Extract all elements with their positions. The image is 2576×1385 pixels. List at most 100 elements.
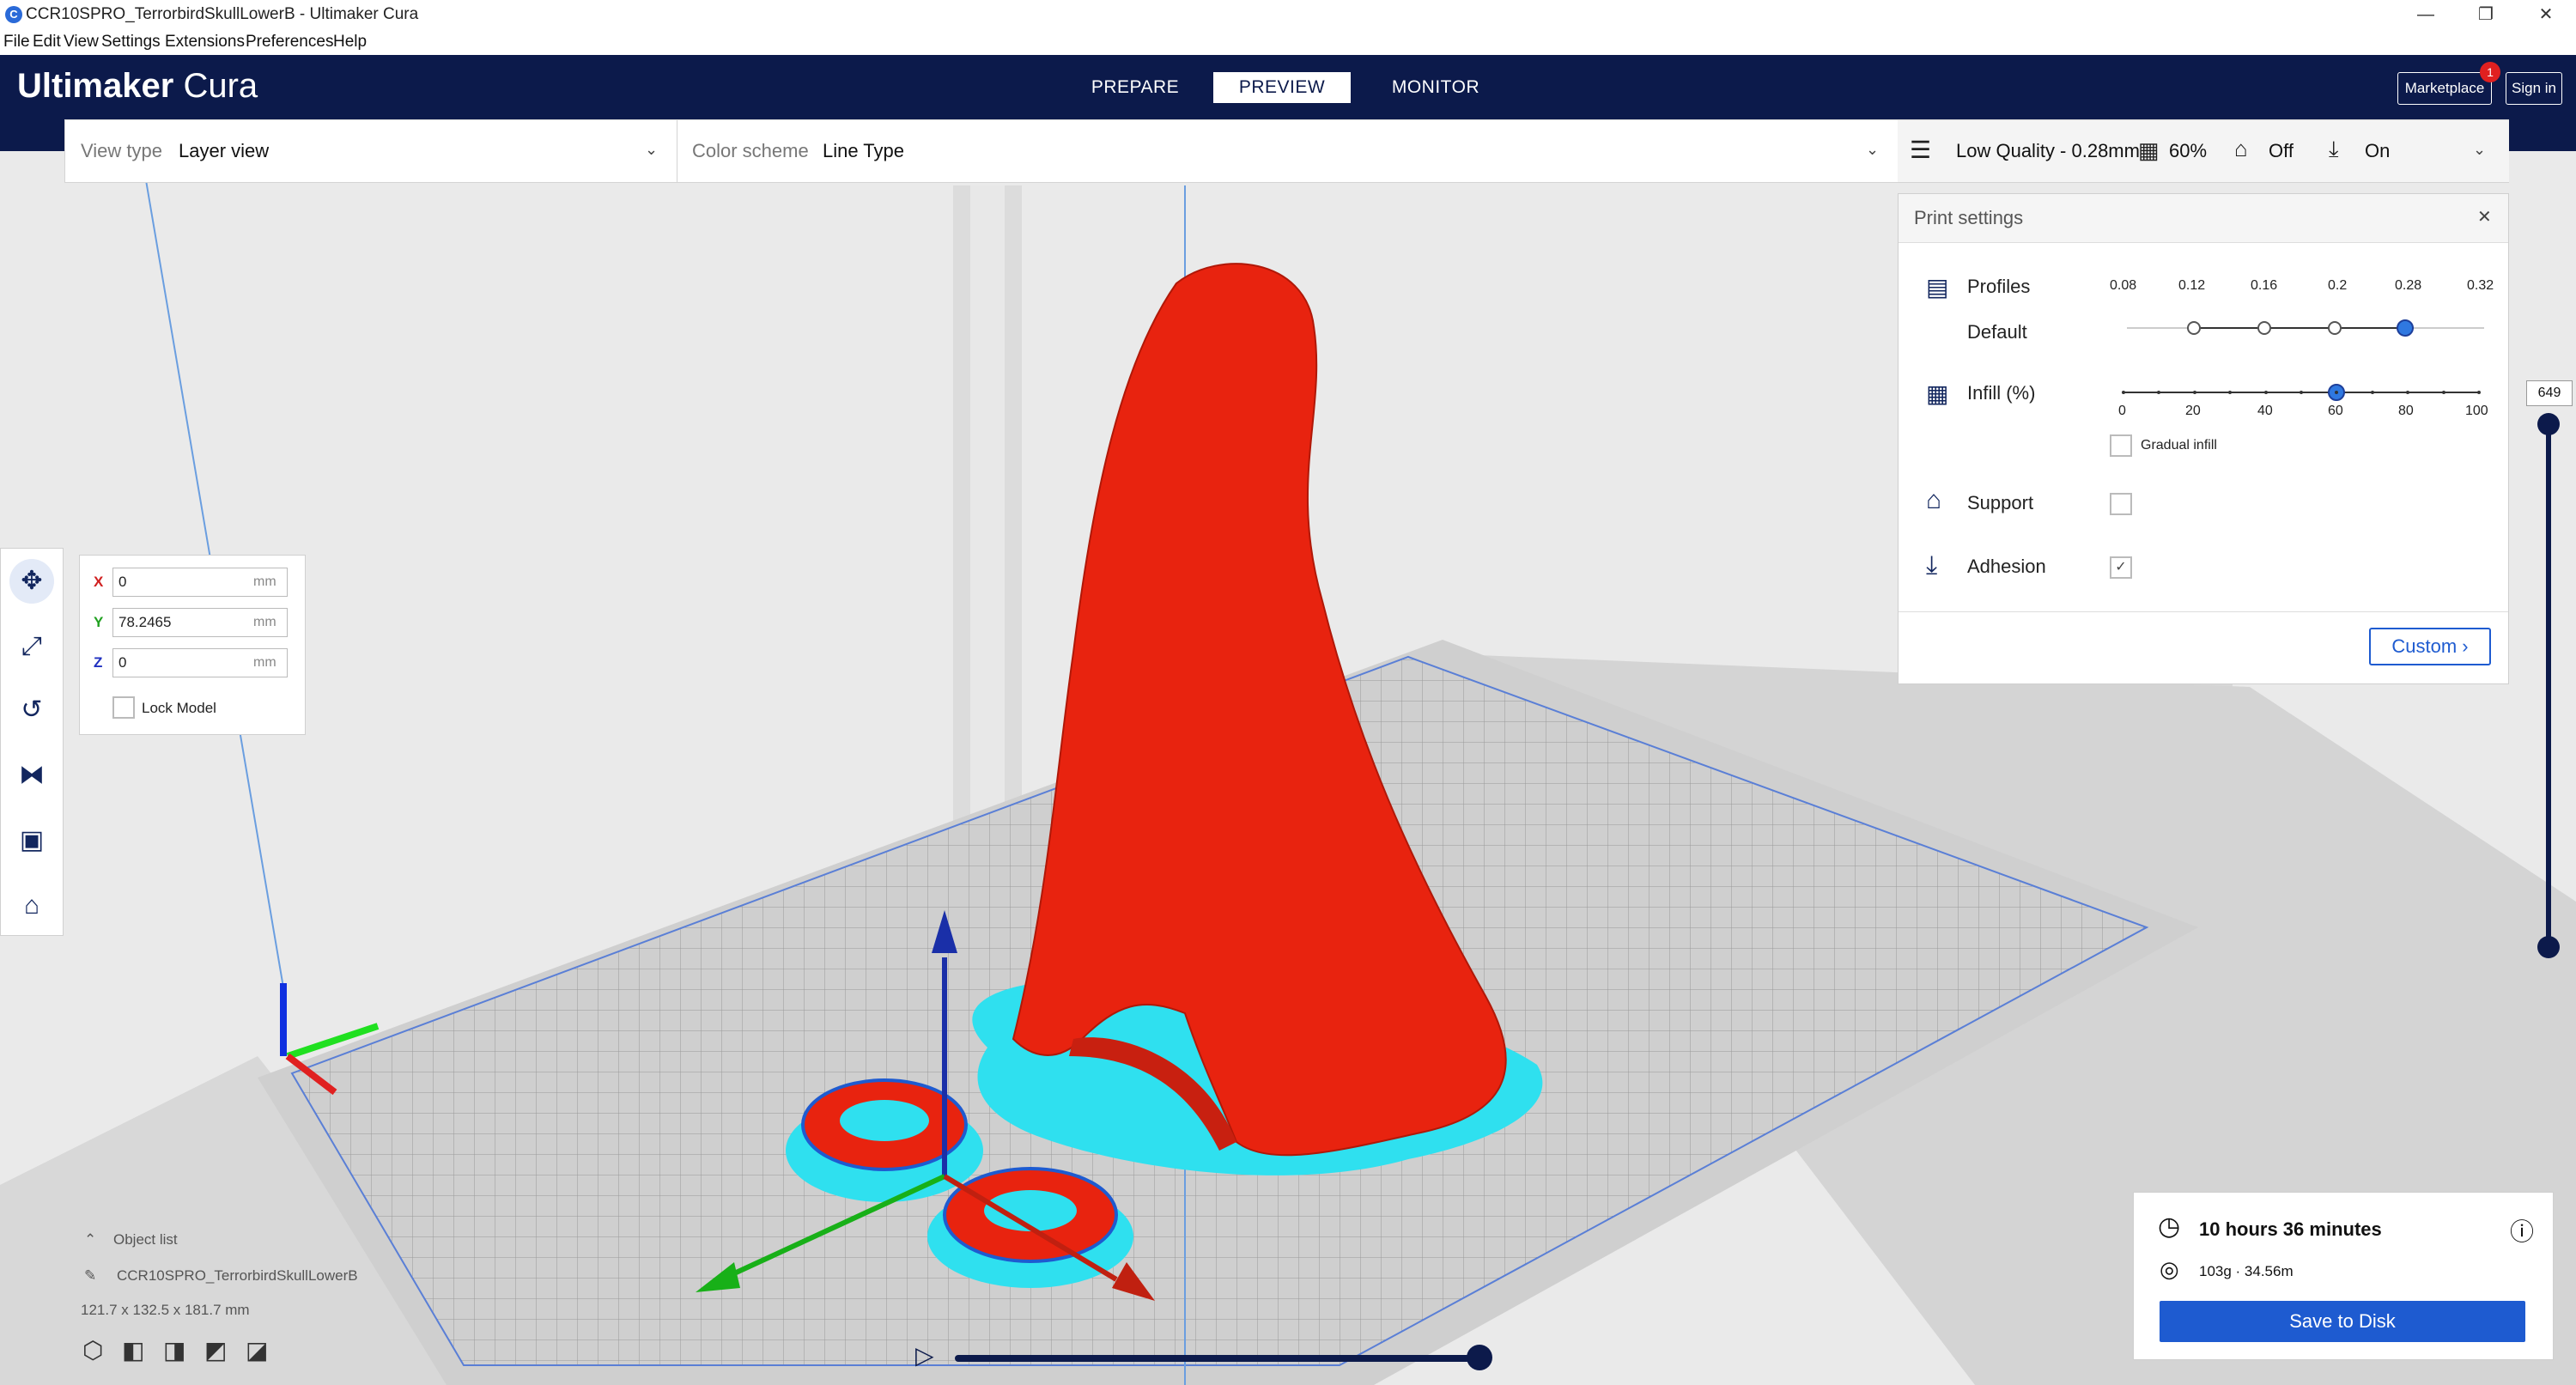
infill-icon: ▦ [2138, 137, 2160, 163]
support-icon: ⌂ [1926, 486, 1942, 514]
window-title: CCR10SPRO_TerrorbirdSkullLowerB - Ultima… [26, 5, 419, 23]
menu-view[interactable]: View [64, 33, 99, 52]
right-view-icon[interactable]: ◪ [246, 1336, 268, 1364]
chevron-down-icon[interactable]: ⌄ [2473, 141, 2486, 159]
object-list-toggle[interactable]: Object list [113, 1231, 178, 1248]
left-view-icon[interactable]: ◩ [204, 1336, 227, 1364]
color-scheme-dropdown[interactable]: Line Type [823, 140, 904, 162]
infill-value: 60% [2169, 140, 2208, 161]
maximize-button[interactable]: ❐ [2456, 0, 2516, 29]
chevron-down-icon[interactable]: ⌄ [1866, 141, 1879, 159]
lock-model-label: Lock Model [142, 700, 216, 716]
menu-extensions[interactable]: Extensions [165, 33, 245, 52]
clock-icon: ◷ [2158, 1212, 2181, 1241]
profile-knob-selected[interactable] [2397, 319, 2414, 337]
layer-slider-track[interactable] [2546, 421, 2551, 950]
layer-slider-upper-handle[interactable] [2537, 413, 2560, 435]
object-dimensions: 121.7 x 132.5 x 181.7 mm [81, 1302, 250, 1318]
y-coordinate-value: 78.2465 [118, 614, 172, 630]
per-model-settings-icon[interactable]: ▣ [9, 818, 54, 863]
support-checkbox[interactable] [2110, 493, 2132, 515]
adhesion-value: On [2365, 140, 2391, 161]
profile-tick-label: 0.12 [2178, 278, 2206, 293]
profiles-icon: ▤ [1926, 274, 1949, 301]
menu-preferences[interactable]: Preferences [246, 33, 333, 52]
rotate-tool-icon[interactable]: ↺ [9, 688, 54, 732]
menu-help[interactable]: Help [333, 33, 367, 52]
chevron-down-icon[interactable]: ⌄ [645, 141, 658, 159]
support-blocker-icon[interactable]: ⌂ [9, 884, 54, 928]
scale-tool-icon[interactable]: ⤢ [9, 624, 54, 669]
signin-button[interactable]: Sign in [2506, 72, 2562, 105]
view-type-dropdown[interactable]: Layer view [179, 140, 269, 162]
adhesion-label: Adhesion [1967, 556, 2046, 577]
view-toolbar: View type Layer view ⌄ Color scheme Line… [64, 119, 2509, 183]
print-setup-selector[interactable]: ☰ Low Quality - 0.28mm ▦ 60% ⌂ Off ⤓ On … [1898, 120, 2509, 182]
infill-tick [2300, 391, 2303, 394]
tab-prepare[interactable]: PREPARE [1066, 72, 1204, 103]
tab-monitor[interactable]: MONITOR [1367, 72, 1504, 103]
tool-panel: ✥ ⤢ ↺ ⧓ ▣ ⌂ [0, 548, 64, 936]
brand-logo: Ultimaker Cura [17, 67, 258, 105]
gradual-infill-checkbox[interactable] [2110, 434, 2132, 457]
color-scheme-label: Color scheme [692, 140, 809, 161]
profile-tick-label: 0.08 [2110, 278, 2137, 293]
profile-knob[interactable] [2257, 321, 2271, 335]
support-label: Support [1967, 492, 2034, 513]
infill-tick-label: 0 [2118, 404, 2126, 418]
menu-file[interactable]: File [3, 33, 30, 52]
chevron-up-icon[interactable]: ⌃ [84, 1231, 96, 1248]
close-button[interactable]: ✕ [2516, 0, 2576, 29]
profile-tick-label: 0.16 [2251, 278, 2278, 293]
menu-settings[interactable]: Settings [101, 33, 161, 52]
window-titlebar: C CCR10SPRO_TerrorbirdSkullLowerB - Ulti… [0, 0, 2576, 30]
infill-tick [2370, 391, 2374, 394]
app-logo-icon: C [5, 6, 22, 23]
minimize-button[interactable]: — [2396, 0, 2456, 29]
infill-tick [2192, 391, 2196, 394]
mirror-tool-icon[interactable]: ⧓ [9, 753, 54, 798]
path-slider-handle[interactable] [1467, 1345, 1492, 1370]
infill-icon: ▦ [1926, 380, 1949, 407]
3d-view-icon[interactable]: ⬡ [82, 1336, 103, 1364]
lock-model-checkbox[interactable] [112, 696, 135, 719]
close-icon[interactable]: ✕ [2477, 206, 2492, 228]
custom-button[interactable]: Custom › [2369, 628, 2491, 665]
menu-edit[interactable]: Edit [33, 33, 61, 52]
top-view-icon[interactable]: ◨ [163, 1336, 185, 1364]
menu-bar: File Edit View Settings Extensions Prefe… [0, 29, 2576, 55]
support-value: Off [2269, 140, 2293, 161]
profile-tick-label: 0.2 [2328, 278, 2348, 293]
profile-tick-label: 0.28 [2395, 278, 2422, 293]
view-type-label: View type [81, 140, 162, 161]
adhesion-checkbox[interactable]: ✓ [2110, 556, 2132, 579]
profile-slider-range [2194, 327, 2414, 329]
layer-slider-lower-handle[interactable] [2537, 936, 2560, 958]
infill-tick [2406, 391, 2410, 394]
print-job-panel: ◷ 10 hours 36 minutes ⓘ ◎ 103g · 34.56m … [2133, 1192, 2554, 1360]
save-to-disk-button[interactable]: Save to Disk [2160, 1301, 2525, 1342]
layer-number-input[interactable]: 649 [2526, 380, 2573, 406]
marketplace-button[interactable]: Marketplace [2397, 72, 2492, 105]
infill-tick-label: 40 [2257, 404, 2273, 418]
x-coordinate-value: 0 [118, 574, 127, 590]
infill-label: Infill (%) [1967, 382, 2036, 404]
move-tool-panel: X 0 mm Y 78.2465 mm Z 0 mm Lock Model [79, 555, 306, 735]
tab-preview[interactable]: PREVIEW [1213, 72, 1351, 103]
pencil-icon[interactable]: ✎ [84, 1267, 96, 1285]
custom-button-label: Custom [2391, 635, 2458, 657]
play-icon[interactable]: ▷ [915, 1341, 934, 1370]
info-icon[interactable]: ⓘ [2510, 1213, 2534, 1248]
path-slider-track[interactable] [955, 1355, 1482, 1362]
infill-tick-label: 20 [2185, 404, 2201, 418]
profiles-default-label: Default [1967, 321, 2027, 343]
move-tool-icon[interactable]: ✥ [9, 559, 54, 604]
profile-knob[interactable] [2187, 321, 2201, 335]
infill-tick [2477, 391, 2481, 394]
object-name: CCR10SPRO_TerrorbirdSkullLowerB [117, 1267, 358, 1284]
infill-tick-label: 60 [2328, 404, 2343, 418]
x-unit: mm [253, 574, 276, 589]
front-view-icon[interactable]: ◧ [122, 1336, 144, 1364]
profile-knob[interactable] [2328, 321, 2342, 335]
infill-tick-label: 80 [2398, 404, 2414, 418]
